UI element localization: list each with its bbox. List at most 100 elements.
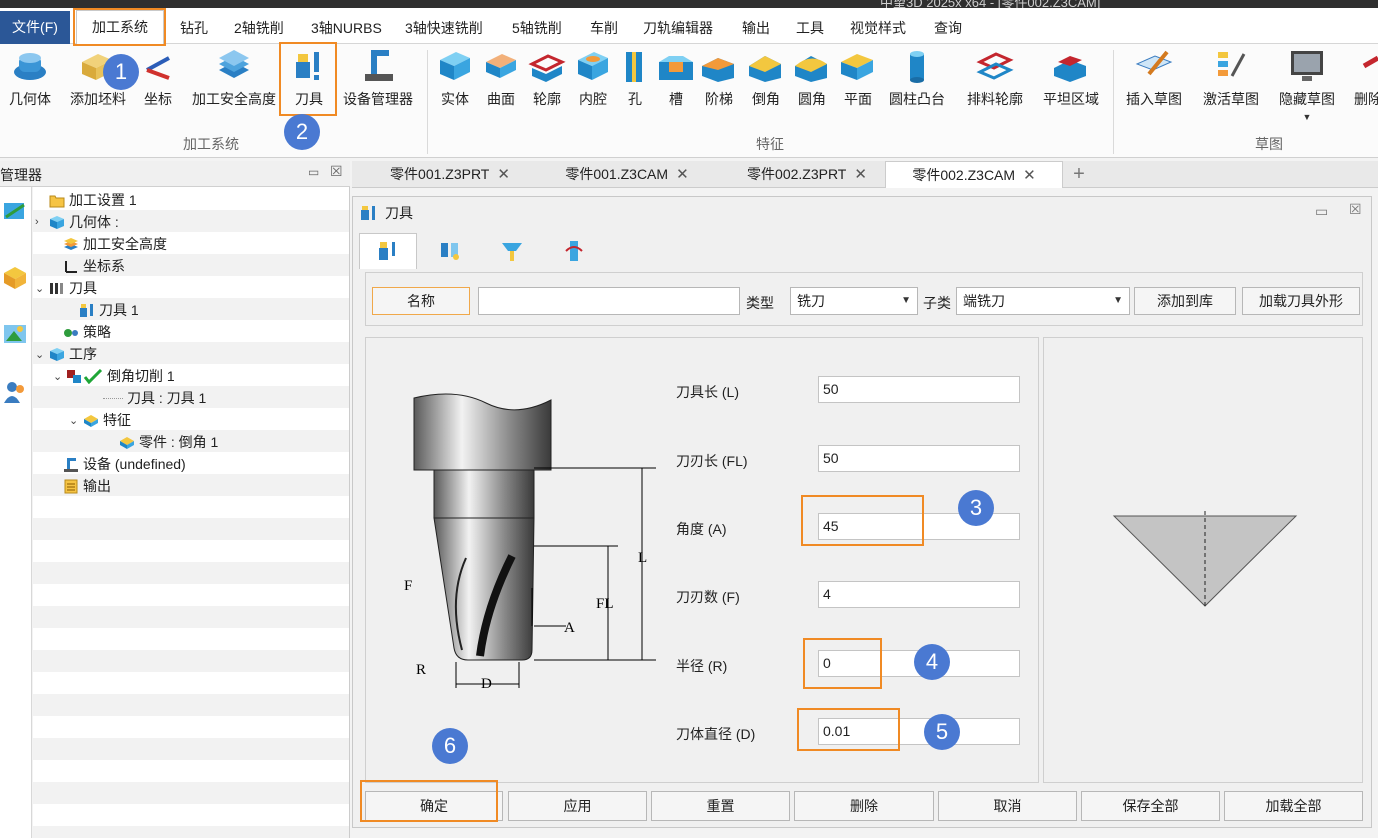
tree-item-features[interactable]: ⌄ 特征 xyxy=(33,408,349,430)
coordinate-button[interactable]: 坐标 xyxy=(138,44,178,128)
tree-empty-row xyxy=(33,650,349,672)
tree-item-op-tool-ref[interactable]: 刀具 : 刀具 1 xyxy=(33,386,349,408)
tree-item-geometry[interactable]: › 几何体 : xyxy=(33,210,349,232)
tab-tool-speed[interactable] xyxy=(421,233,479,269)
solid-button[interactable]: 实体 xyxy=(434,44,476,128)
device-manager-button[interactable]: 设备管理器 xyxy=(338,44,418,128)
reset-button[interactable]: 重置 xyxy=(651,791,790,821)
subtype-label: 子类 xyxy=(923,295,951,311)
tool-name-input[interactable] xyxy=(478,287,740,315)
tree-item-coordinate-system[interactable]: 坐标系 xyxy=(33,254,349,276)
tree-item-strategy[interactable]: 策略 xyxy=(33,320,349,342)
tree-item-part-chamfer-1[interactable]: 零件 : 倒角 1 xyxy=(33,430,349,452)
pocket-button[interactable]: 内腔 xyxy=(572,44,614,128)
tool-profile-preview xyxy=(1112,510,1298,608)
safe-height-button[interactable]: 加工安全高度 xyxy=(186,44,282,128)
expand-arrow-icon[interactable]: ⌄ xyxy=(69,414,83,427)
part-cube-icon[interactable] xyxy=(2,265,28,291)
menu-toolpath-editor[interactable]: 刀轨编辑器 xyxy=(643,18,713,38)
tree-empty-row xyxy=(33,562,349,584)
hole-icon xyxy=(626,52,642,82)
tree-item-tool-1[interactable]: 刀具 1 xyxy=(33,298,349,320)
menu-file[interactable]: 文件(F) xyxy=(0,11,70,44)
insert-sketch-button[interactable]: 插入草图 xyxy=(1120,44,1188,128)
nesting-contour-button[interactable]: 排料轮廓 xyxy=(960,44,1030,128)
tab-part002-cam[interactable]: 零件002.Z3CAM ✕ xyxy=(885,161,1063,188)
add-to-library-button[interactable]: 添加到库 xyxy=(1134,287,1236,315)
slot-button[interactable]: 槽 xyxy=(656,44,696,128)
close-icon[interactable]: ☒ xyxy=(330,163,343,180)
pocket-icon xyxy=(578,52,608,80)
expand-arrow-icon[interactable]: ⌄ xyxy=(53,370,67,383)
tree-item-safe-height[interactable]: 加工安全高度 xyxy=(33,232,349,254)
type-select[interactable]: 铣刀 ▼ xyxy=(790,287,918,315)
cylinder-boss-button[interactable]: 圆柱凸台 xyxy=(884,44,950,128)
tab-tool-basic[interactable] xyxy=(359,233,417,269)
save-all-button[interactable]: 保存全部 xyxy=(1081,791,1220,821)
tree-item-chamfer-cut-1[interactable]: ⌄ 倒角切削 1 xyxy=(33,364,349,386)
plane-button[interactable]: 平面 xyxy=(836,44,880,128)
expand-arrow-icon[interactable]: ⌄ xyxy=(35,282,49,295)
check-icon xyxy=(67,368,107,384)
tree-item-setup[interactable]: 加工设置 1 xyxy=(33,188,349,210)
coordinate-icon xyxy=(146,56,170,80)
step-badge-1: 1 xyxy=(103,54,139,90)
menu-2axis[interactable]: 2轴铣削 xyxy=(234,18,284,38)
tab-tool-shank[interactable] xyxy=(545,233,603,269)
flute-length-input[interactable]: 50 xyxy=(818,445,1020,472)
menu-tools[interactable]: 工具 xyxy=(796,18,824,38)
tree-empty-row xyxy=(33,738,349,760)
close-tab-icon[interactable]: ✕ xyxy=(854,166,867,183)
delete-sketch-button[interactable]: 删除 xyxy=(1348,44,1378,128)
load-all-button[interactable]: 加载全部 xyxy=(1224,791,1363,821)
expand-arrow-icon[interactable]: › xyxy=(35,216,49,228)
menu-visual-style[interactable]: 视觉样式 xyxy=(850,18,906,38)
menu-query[interactable]: 查询 xyxy=(934,18,962,38)
cam-manager-icon[interactable] xyxy=(2,199,28,225)
tab-part001-cam[interactable]: 零件001.Z3CAM ✕ xyxy=(552,161,702,188)
contour-button[interactable]: 轮廓 xyxy=(526,44,568,128)
tool-length-input[interactable]: 50 xyxy=(818,376,1020,403)
view-image-icon[interactable] xyxy=(2,321,28,347)
new-tab-icon[interactable]: + xyxy=(1064,161,1094,188)
name-label-button[interactable]: 名称 xyxy=(372,287,470,315)
step-button[interactable]: 阶梯 xyxy=(698,44,740,128)
tree-item-operations[interactable]: ⌄ 工序 xyxy=(33,342,349,364)
menu-turning[interactable]: 车削 xyxy=(590,18,618,38)
close-tab-icon[interactable]: ✕ xyxy=(676,166,689,183)
flat-area-button[interactable]: 平坦区域 xyxy=(1036,44,1106,128)
dialog-close-icon[interactable]: ☒ xyxy=(1349,201,1362,218)
expand-arrow-icon[interactable]: ⌄ xyxy=(35,348,49,361)
menu-output[interactable]: 输出 xyxy=(742,18,770,38)
subtype-select[interactable]: 端铣刀 ▼ xyxy=(956,287,1130,315)
tab-part001-prt[interactable]: 零件001.Z3PRT ✕ xyxy=(380,161,520,188)
menu-3axis-nurbs[interactable]: 3轴NURBS xyxy=(311,18,382,38)
user-icon[interactable] xyxy=(2,379,28,405)
close-tab-icon[interactable]: ✕ xyxy=(497,166,510,183)
menu-3axis-fast[interactable]: 3轴快速铣削 xyxy=(405,18,483,38)
dialog-pin-icon[interactable]: ▭ xyxy=(1315,203,1328,220)
menu-5axis[interactable]: 5轴铣削 xyxy=(512,18,562,38)
geometry-button[interactable]: 几何体 xyxy=(2,44,58,128)
delete-button[interactable]: 删除 xyxy=(794,791,934,821)
hole-button[interactable]: 孔 xyxy=(618,44,652,128)
fillet-button[interactable]: 圆角 xyxy=(790,44,834,128)
tab-part002-prt[interactable]: 零件002.Z3PRT ✕ xyxy=(732,161,882,188)
tree-item-device[interactable]: 设备 (undefined) xyxy=(33,452,349,474)
surface-button[interactable]: 曲面 xyxy=(480,44,522,128)
minimize-icon[interactable]: ▭ xyxy=(308,165,319,179)
tree-item-output[interactable]: 输出 xyxy=(33,474,349,496)
chevron-down-icon: ▼ xyxy=(901,295,911,306)
tree-item-tools[interactable]: ⌄ 刀具 xyxy=(33,276,349,298)
plane-icon xyxy=(841,54,873,80)
cancel-button[interactable]: 取消 xyxy=(938,791,1077,821)
activate-sketch-button[interactable]: 激活草图 xyxy=(1198,44,1264,128)
tab-tool-holder[interactable] xyxy=(483,233,541,269)
chamfer-button[interactable]: 倒角 xyxy=(744,44,788,128)
flute-count-input[interactable]: 4 xyxy=(818,581,1020,608)
menu-drilling[interactable]: 钻孔 xyxy=(180,18,208,38)
load-tool-shape-button[interactable]: 加载刀具外形 xyxy=(1242,287,1360,315)
apply-button[interactable]: 应用 xyxy=(508,791,647,821)
hide-sketch-button[interactable]: 隐藏草图 ▼ xyxy=(1274,44,1340,128)
close-tab-icon[interactable]: ✕ xyxy=(1023,167,1036,184)
